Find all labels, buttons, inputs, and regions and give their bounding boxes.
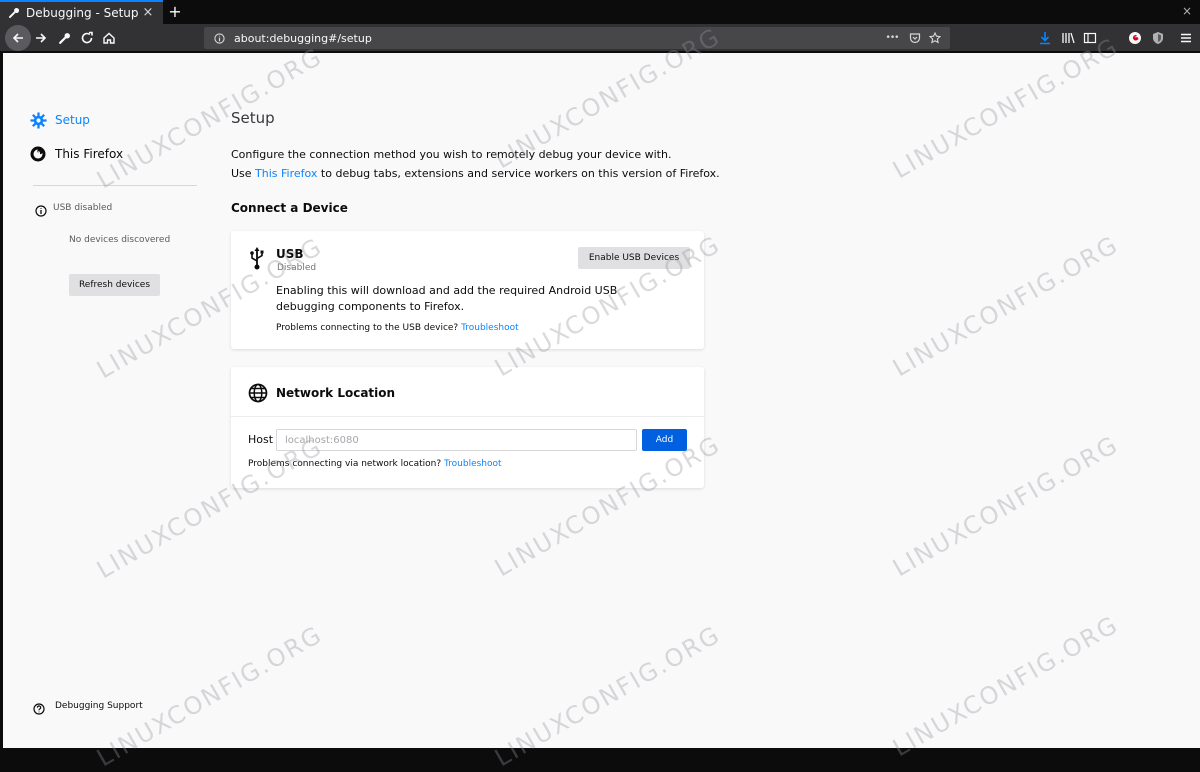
download-arrow-icon bbox=[1040, 32, 1050, 45]
usb-problem-text: Problems connecting to the USB device? bbox=[276, 323, 459, 333]
home-icon bbox=[103, 32, 115, 44]
sidebar-item-setup[interactable]: Setup bbox=[29, 108, 90, 132]
wrench-icon bbox=[8, 7, 20, 19]
shield-extension-button[interactable] bbox=[1148, 28, 1168, 48]
library-icon bbox=[1062, 32, 1075, 44]
customize-button[interactable] bbox=[52, 26, 76, 50]
downloads-button[interactable] bbox=[1035, 28, 1055, 48]
globe-icon bbox=[247, 382, 269, 404]
page-title: Setup bbox=[231, 109, 275, 127]
reload-icon bbox=[81, 31, 93, 44]
network-location-title: Network Location bbox=[276, 386, 396, 400]
url-text[interactable]: about:debugging#/setup bbox=[234, 32, 882, 45]
info-icon bbox=[35, 202, 47, 217]
host-label: Host bbox=[248, 433, 274, 446]
url-bar[interactable]: about:debugging#/setup ••• bbox=[204, 27, 950, 49]
network-problem-note: Problems connecting via network location… bbox=[248, 459, 502, 469]
page-actions-icon[interactable]: ••• bbox=[882, 31, 902, 45]
sidebar-icon bbox=[1083, 32, 1097, 44]
no-devices-text: No devices discovered bbox=[69, 235, 171, 245]
navigation-bar: about:debugging#/setup ••• bbox=[0, 24, 1200, 52]
back-button[interactable] bbox=[5, 25, 31, 51]
sidebar-divider bbox=[33, 185, 197, 186]
add-host-button[interactable]: Add bbox=[642, 429, 687, 451]
window-close-icon[interactable]: × bbox=[1182, 4, 1192, 18]
usb-description: Enabling this will download and add the … bbox=[276, 284, 618, 313]
intro-suffix: to debug tabs, extensions and service wo… bbox=[317, 167, 720, 180]
library-button[interactable] bbox=[1058, 28, 1078, 48]
forward-arrow-icon bbox=[36, 33, 47, 43]
usb-card: USB Disabled Enable USB Devices Enabling… bbox=[231, 231, 704, 349]
shield-icon bbox=[1153, 32, 1163, 44]
sidebar-item-this-firefox[interactable]: This Firefox bbox=[29, 142, 123, 166]
usb-icon bbox=[246, 247, 268, 270]
host-input[interactable] bbox=[276, 429, 637, 451]
firefox-icon bbox=[29, 145, 47, 163]
menu-button[interactable] bbox=[1176, 28, 1196, 48]
debugging-support-link[interactable]: Debugging Support bbox=[33, 700, 143, 715]
intro-text: Configure the connection method you wish… bbox=[231, 145, 720, 183]
enable-usb-devices-button[interactable]: Enable USB Devices bbox=[578, 247, 690, 269]
network-problem-text: Problems connecting via network location… bbox=[248, 459, 442, 469]
url-actions: ••• bbox=[882, 31, 942, 45]
tab-bar: Debugging - Setup × + × bbox=[0, 0, 1200, 24]
hamburger-menu-icon bbox=[1181, 33, 1191, 43]
pocket-icon[interactable] bbox=[908, 31, 922, 45]
wrench-icon bbox=[58, 32, 70, 44]
network-troubleshoot-link[interactable]: Troubleshoot bbox=[444, 459, 502, 469]
usb-troubleshoot-link[interactable]: Troubleshoot bbox=[461, 323, 519, 333]
this-firefox-link[interactable]: This Firefox bbox=[255, 167, 317, 180]
intro-prefix: Use bbox=[231, 167, 256, 180]
reload-button[interactable] bbox=[75, 26, 99, 50]
tab-title: Debugging - Setup bbox=[26, 6, 139, 20]
close-tab-icon[interactable]: × bbox=[141, 6, 155, 20]
usb-title: USB bbox=[276, 247, 304, 261]
gear-icon bbox=[29, 111, 47, 129]
refresh-devices-button[interactable]: Refresh devices bbox=[69, 274, 160, 296]
sidebar: Setup This Firefox USB disabled No devic… bbox=[29, 57, 197, 715]
tab-debugging-setup[interactable]: Debugging - Setup × bbox=[0, 0, 163, 24]
usb-problem-note: Problems connecting to the USB device? T… bbox=[276, 323, 519, 333]
extension-button[interactable] bbox=[1125, 28, 1145, 48]
sidebar-toggle-button[interactable] bbox=[1080, 28, 1100, 48]
help-icon bbox=[33, 700, 45, 715]
usb-status: USB disabled bbox=[35, 202, 113, 217]
forward-button[interactable] bbox=[29, 26, 53, 50]
intro-line-2: Use This Firefox to debug tabs, extensio… bbox=[231, 164, 720, 183]
back-arrow-icon bbox=[12, 33, 23, 43]
debugging-support-label: Debugging Support bbox=[55, 701, 143, 711]
connect-device-heading: Connect a Device bbox=[231, 201, 348, 215]
sidebar-item-label: This Firefox bbox=[55, 147, 124, 161]
intro-line-1: Configure the connection method you wish… bbox=[231, 148, 672, 161]
usb-status-text: USB disabled bbox=[53, 203, 113, 213]
network-location-card: Network Location Host Add Problems conne… bbox=[231, 367, 704, 488]
new-tab-button[interactable]: + bbox=[166, 2, 184, 22]
info-icon[interactable] bbox=[212, 31, 226, 45]
usb-status-badge: Disabled bbox=[277, 263, 317, 273]
home-button[interactable] bbox=[97, 26, 121, 50]
sidebar-item-label: Setup bbox=[55, 113, 90, 127]
network-card-divider bbox=[231, 416, 704, 417]
extension-g-icon bbox=[1129, 32, 1141, 44]
bookmark-star-icon[interactable] bbox=[928, 31, 942, 45]
